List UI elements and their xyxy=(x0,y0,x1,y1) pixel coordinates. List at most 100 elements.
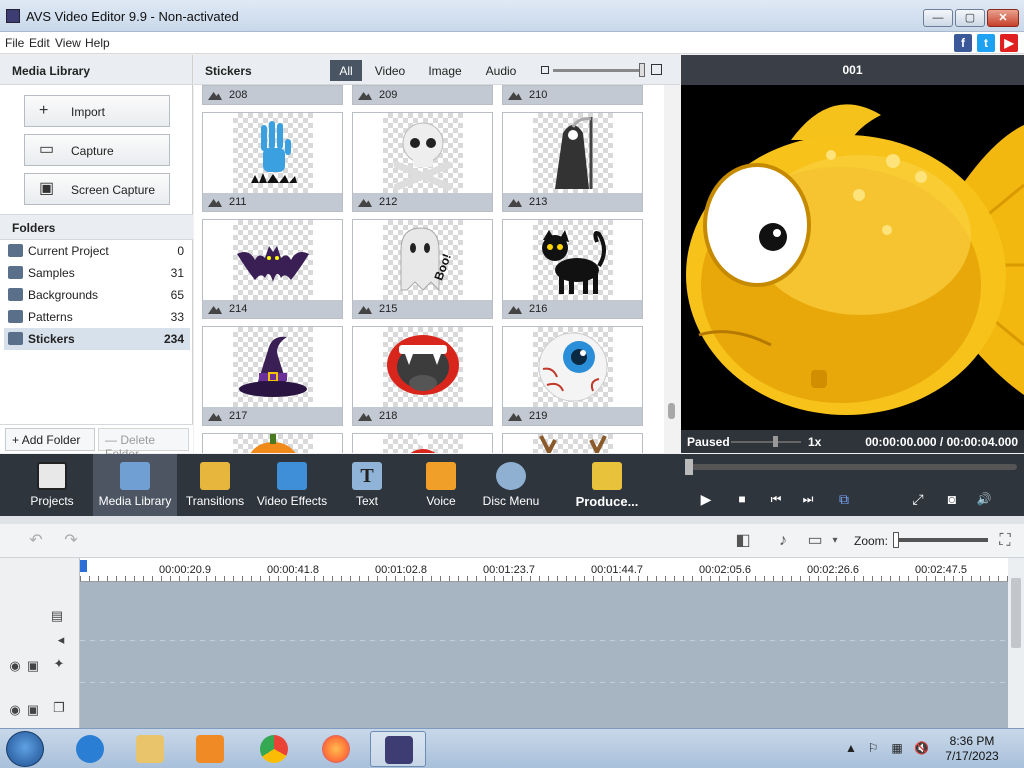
volume-icon[interactable]: 🔊 xyxy=(975,491,993,507)
video-effects-tool[interactable]: Video Effects xyxy=(254,454,330,516)
seek-handle[interactable] xyxy=(685,459,693,475)
youtube-icon[interactable]: ▶ xyxy=(1000,34,1018,52)
capture-button[interactable]: ▭ Capture xyxy=(24,134,170,166)
fit-timeline-icon[interactable]: ⛶ xyxy=(994,532,1016,550)
internet-explorer-icon[interactable] xyxy=(62,731,118,767)
sticker-tile-210[interactable]: 210 xyxy=(502,85,643,105)
eye-icon[interactable]: ◉ xyxy=(6,702,24,718)
filter-audio-tab[interactable]: Audio xyxy=(481,60,521,81)
sticker-tile-santa-hat[interactable] xyxy=(352,433,493,453)
sticker-tile-212[interactable]: 212 xyxy=(352,112,493,212)
filter-video-tab[interactable]: Video xyxy=(370,60,410,81)
transitions-tool[interactable]: Transitions xyxy=(180,454,250,516)
folder-current-project[interactable]: Current Project 0 xyxy=(4,240,190,262)
sticker-tile-208[interactable]: 208 xyxy=(202,85,343,105)
folder-stickers[interactable]: Stickers 234 xyxy=(4,328,190,350)
image-type-icon xyxy=(508,306,522,314)
file-explorer-icon[interactable] xyxy=(122,731,178,767)
import-button[interactable]: + Import xyxy=(24,95,170,127)
system-clock[interactable]: 8:36 PM 7/17/2023 xyxy=(934,734,1010,764)
voice-tool[interactable]: Voice xyxy=(412,454,470,516)
playhead-marker[interactable] xyxy=(80,560,87,572)
eye-icon[interactable]: ◉ xyxy=(6,658,24,674)
maximize-button[interactable]: ▢ xyxy=(955,9,985,27)
large-thumbnail-icon xyxy=(651,64,662,75)
bat-sticker xyxy=(233,220,313,300)
show-hidden-icons-icon[interactable]: ▲ xyxy=(844,741,858,755)
sticker-tile-211[interactable]: 211 xyxy=(202,112,343,212)
sticker-tile-209[interactable]: 209 xyxy=(352,85,493,105)
video-preview[interactable] xyxy=(681,85,1024,430)
slider-handle[interactable] xyxy=(639,63,645,77)
avs-video-editor-icon[interactable] xyxy=(370,731,426,767)
sticker-tile-217[interactable]: 217 xyxy=(202,326,343,426)
sticker-tile-215[interactable]: Boo! 215 xyxy=(352,219,493,319)
audio-mute-icon[interactable]: ◂ xyxy=(52,632,70,648)
sticker-tile-214[interactable]: 214 xyxy=(202,219,343,319)
scrollbar-thumb[interactable] xyxy=(1011,578,1021,648)
zoom-slider[interactable] xyxy=(893,538,988,542)
minimize-button[interactable]: — xyxy=(923,9,953,27)
twitter-icon[interactable]: t xyxy=(977,34,995,52)
firefox-icon[interactable] xyxy=(308,731,364,767)
screen-capture-button[interactable]: ▣ Screen Capture xyxy=(24,173,170,205)
menu-view[interactable]: View xyxy=(55,36,81,50)
facebook-icon[interactable]: f xyxy=(954,34,972,52)
filter-image-tab[interactable]: Image xyxy=(422,60,468,81)
undo-icon[interactable]: ↶ xyxy=(25,532,47,550)
audio-mixer-icon[interactable]: ♪ xyxy=(772,532,794,550)
projects-tool[interactable]: Projects xyxy=(14,454,90,516)
chevron-down-icon[interactable]: ▾ xyxy=(824,532,846,550)
disc-menu-tool[interactable]: Disc Menu xyxy=(482,454,540,516)
trim-icon[interactable]: ◧ xyxy=(732,532,754,550)
produce-tool[interactable]: Produce... xyxy=(570,454,644,516)
redo-icon[interactable]: ↷ xyxy=(60,532,82,550)
seek-bar[interactable] xyxy=(687,464,1017,470)
timeline-ruler[interactable]: 00:00:20.9 00:00:41.8 00:01:02.8 00:01:2… xyxy=(80,558,1008,582)
lock-icon[interactable]: ▣ xyxy=(24,658,42,674)
stop-icon[interactable]: ■ xyxy=(733,491,751,507)
close-button[interactable]: ✕ xyxy=(987,9,1019,27)
filter-all-tab[interactable]: All xyxy=(330,60,362,81)
sticker-tile-216[interactable]: 216 xyxy=(502,219,643,319)
scrollbar-thumb[interactable] xyxy=(668,403,675,419)
sticker-tile-219[interactable]: 219 xyxy=(502,326,643,426)
menu-file[interactable]: File xyxy=(5,36,24,50)
media-player-icon[interactable] xyxy=(182,731,238,767)
text-tool[interactable]: T Text xyxy=(338,454,396,516)
menu-edit[interactable]: Edit xyxy=(29,36,50,50)
media-library-tool[interactable]: Media Library xyxy=(93,454,177,516)
folder-patterns[interactable]: Patterns 33 xyxy=(4,306,190,328)
action-center-icon[interactable]: ⚐ xyxy=(866,741,880,755)
timeline-scrollbar[interactable] xyxy=(1008,558,1024,728)
snapshot-icon[interactable]: ◙ xyxy=(943,491,961,507)
thumbnail-size-slider[interactable] xyxy=(541,63,662,77)
fullscreen-icon[interactable]: ⤢ xyxy=(909,491,927,507)
next-frame-icon[interactable]: ⏭ xyxy=(799,491,817,507)
split-screen-icon[interactable]: ⧉ xyxy=(835,491,853,507)
speed-slider-handle[interactable] xyxy=(773,436,778,447)
sticker-tile-213[interactable]: 213 xyxy=(502,112,643,212)
folder-samples[interactable]: Samples 31 xyxy=(4,262,190,284)
play-icon[interactable]: ▶ xyxy=(697,491,715,507)
sticker-tile-antlers[interactable] xyxy=(502,433,643,453)
preview-status-bar: Paused 1x 00:00:00.000 / 00:00:04.000 xyxy=(681,430,1024,453)
lock-icon[interactable]: ▣ xyxy=(24,702,42,718)
sticker-grid-scrollbar[interactable] xyxy=(664,85,680,453)
menu-help[interactable]: Help xyxy=(85,36,110,50)
network-icon[interactable]: ▦ xyxy=(890,741,904,755)
previous-frame-icon[interactable]: ⏮ xyxy=(767,491,785,507)
start-button[interactable] xyxy=(6,731,44,767)
sticker-tile-218[interactable]: 218 xyxy=(352,326,493,426)
sticker-tile-pumpkin[interactable] xyxy=(202,433,343,453)
speed-slider-track[interactable] xyxy=(731,441,801,443)
chrome-icon[interactable] xyxy=(246,731,302,767)
aspect-ratio-icon[interactable]: ▭ xyxy=(804,532,826,550)
add-folder-button[interactable]: + Add Folder xyxy=(5,428,95,451)
ruler-tick: 00:02:26.6 xyxy=(807,564,859,576)
volume-muted-icon[interactable]: 🔇 xyxy=(914,741,929,755)
timeline-tracks[interactable] xyxy=(80,582,1008,728)
delete-folder-button[interactable]: — Delete Folder xyxy=(98,428,189,461)
folder-backgrounds[interactable]: Backgrounds 65 xyxy=(4,284,190,306)
zoom-slider-handle[interactable] xyxy=(893,532,899,548)
